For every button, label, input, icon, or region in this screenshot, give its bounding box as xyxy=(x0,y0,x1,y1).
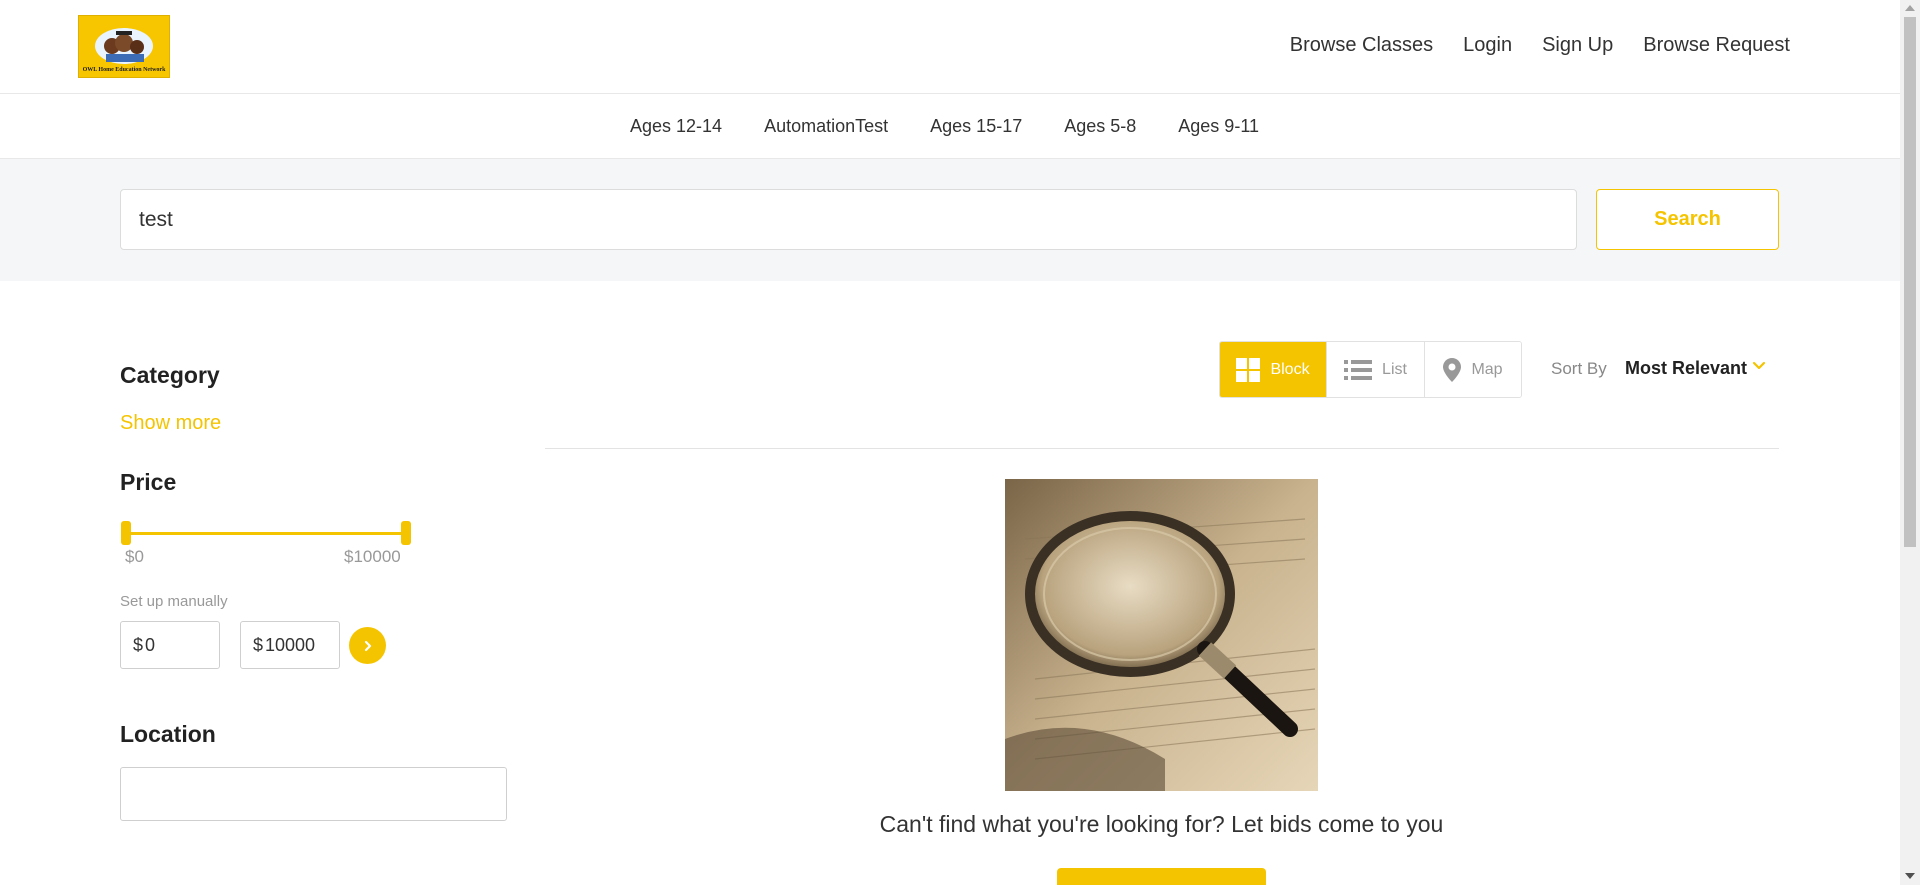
category-ages-5-8[interactable]: Ages 5-8 xyxy=(1064,116,1136,137)
grid-icon xyxy=(1236,357,1261,382)
min-price-value: 0 xyxy=(145,634,156,655)
search-button[interactable]: Search xyxy=(1596,189,1779,250)
logo-text: OWL Home Education Network xyxy=(82,67,166,73)
price-min-label: $0 xyxy=(125,547,144,566)
nav-login[interactable]: Login xyxy=(1463,34,1512,57)
max-price-value: 10000 xyxy=(265,634,316,655)
category-automationtest[interactable]: AutomationTest xyxy=(764,116,888,137)
scroll-down-arrow-icon[interactable] xyxy=(1905,873,1915,879)
owl-family-icon xyxy=(95,28,153,64)
view-toggle-group: Block List Map xyxy=(1219,341,1522,398)
apply-price-button[interactable] xyxy=(349,627,386,664)
results-divider xyxy=(545,448,1779,449)
top-nav: Browse Classes Login Sign Up Browse Requ… xyxy=(1290,34,1790,57)
manual-price-label: Set up manually xyxy=(120,593,228,610)
site-logo[interactable]: OWL Home Education Network xyxy=(78,15,170,78)
nav-browse-classes[interactable]: Browse Classes xyxy=(1290,34,1433,57)
currency-symbol: $ xyxy=(133,634,144,655)
map-view-label: Map xyxy=(1471,360,1503,378)
map-pin-icon xyxy=(1443,357,1462,382)
magnifier-book-image xyxy=(1005,479,1318,791)
sort-by-select[interactable]: Most Relevant xyxy=(1625,358,1747,379)
min-price-field[interactable]: $ 0 xyxy=(120,621,220,669)
scroll-up-arrow-icon[interactable] xyxy=(1905,5,1915,11)
chevron-down-icon[interactable] xyxy=(1752,359,1766,373)
empty-state-message: Can't find what you're looking for? Let … xyxy=(879,811,1444,837)
location-filter-title: Location xyxy=(120,721,216,747)
chevron-right-icon xyxy=(364,640,371,651)
site-header: OWL Home Education Network Browse Classe… xyxy=(0,0,1900,94)
category-ages-15-17[interactable]: Ages 15-17 xyxy=(930,116,1022,137)
max-price-field[interactable]: $ 10000 xyxy=(240,621,340,669)
page-scrollbar[interactable] xyxy=(1900,0,1920,885)
list-icon xyxy=(1344,359,1373,380)
map-view-button[interactable]: Map xyxy=(1425,342,1521,397)
category-ages-9-11[interactable]: Ages 9-11 xyxy=(1178,116,1259,137)
block-view-label: Block xyxy=(1270,360,1310,378)
price-filter-title: Price xyxy=(120,469,177,495)
price-slider-track[interactable] xyxy=(124,532,406,535)
currency-symbol: $ xyxy=(253,634,264,655)
category-bar: Ages 12-14 AutomationTest Ages 15-17 Age… xyxy=(0,94,1900,159)
price-max-label: $10000 xyxy=(344,547,401,566)
price-slider-min-handle[interactable] xyxy=(121,521,131,545)
category-filter-title: Category xyxy=(120,362,220,388)
search-input[interactable] xyxy=(120,189,1577,250)
category-ages-12-14[interactable]: Ages 12-14 xyxy=(630,116,722,137)
block-view-button[interactable]: Block xyxy=(1220,342,1327,397)
list-view-label: List xyxy=(1382,360,1407,378)
list-view-button[interactable]: List xyxy=(1327,342,1425,397)
sort-by-label: Sort By xyxy=(1551,359,1607,378)
search-band: Search xyxy=(0,159,1900,281)
show-more-link[interactable]: Show more xyxy=(120,412,221,435)
nav-sign-up[interactable]: Sign Up xyxy=(1542,34,1613,57)
price-slider-max-handle[interactable] xyxy=(401,521,411,545)
scrollbar-thumb[interactable] xyxy=(1904,17,1916,547)
post-request-button[interactable] xyxy=(1057,868,1266,885)
nav-browse-request[interactable]: Browse Request xyxy=(1643,34,1790,57)
